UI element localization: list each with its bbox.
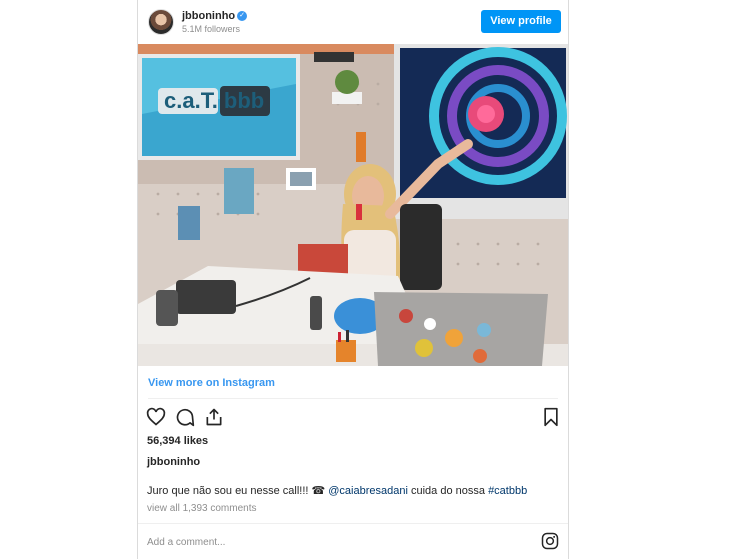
instagram-logo-icon[interactable]	[541, 532, 559, 550]
heart-icon[interactable]	[146, 407, 166, 427]
comment-icon[interactable]	[175, 407, 195, 427]
post-photo[interactable]: c.a.T. bbb	[138, 44, 568, 366]
share-icon[interactable]	[204, 407, 224, 427]
instagram-embed: jbboninho ✓ 5.1M followers View profile	[137, 0, 569, 559]
divider	[138, 523, 568, 524]
add-comment-input[interactable]: Add a comment...	[147, 537, 225, 548]
caption-mention-link[interactable]: @caiabresadani	[328, 485, 408, 497]
caption-text-start: Juro que não sou eu nesse call!!! ☎	[147, 485, 329, 497]
avatar[interactable]	[148, 9, 174, 35]
post-header: jbboninho ✓ 5.1M followers View profile	[138, 0, 568, 44]
likes-count[interactable]: 56,394 likes	[147, 435, 208, 447]
caption-hashtag-link[interactable]: #catbbb	[488, 485, 527, 497]
caption-username[interactable]: jbboninho	[147, 456, 200, 468]
view-profile-button[interactable]: View profile	[481, 10, 561, 33]
screen-text: c.a.T. bbb	[164, 88, 264, 113]
view-more-link[interactable]: View more on Instagram	[148, 377, 275, 389]
view-all-comments-link[interactable]: view all 1,393 comments	[147, 503, 257, 514]
followers-count: 5.1M followers	[182, 24, 241, 34]
caption-text-mid: cuida do nossa	[407, 485, 489, 497]
divider	[148, 398, 558, 399]
bookmark-icon[interactable]	[541, 407, 561, 427]
verified-badge-icon: ✓	[237, 11, 247, 21]
post-caption: Juro que não sou eu nesse call!!! ☎ @cai…	[147, 484, 527, 497]
post-photo-illustration: c.a.T. bbb	[138, 44, 568, 366]
profile-username[interactable]: jbboninho	[182, 10, 235, 22]
